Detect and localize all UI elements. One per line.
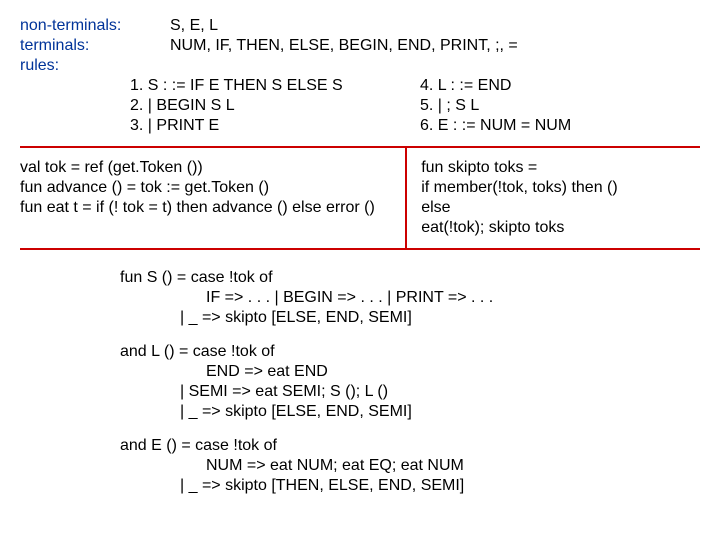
fun-s-line: | _ => skipto [ELSE, END, SEMI]: [120, 308, 700, 328]
nonterminals-row: non-terminals: S, E, L: [20, 16, 700, 36]
terminals-row: terminals: NUM, IF, THEN, ELSE, BEGIN, E…: [20, 36, 700, 56]
helper-functions-box: val tok = ref (get.Token ()) fun advance…: [20, 146, 700, 250]
helper-line: else: [421, 198, 700, 218]
fun-l-line: END => eat END: [120, 362, 700, 382]
rules-label: rules:: [20, 56, 170, 76]
terminals-label: terminals:: [20, 36, 170, 56]
fun-s-line: IF => . . . | BEGIN => . . . | PRINT => …: [120, 288, 700, 308]
fun-s-line: fun S () = case !tok of: [120, 268, 700, 288]
fun-s-block: fun S () = case !tok of IF => . . . | BE…: [20, 268, 700, 328]
rules-left-col: 1. S : := IF E THEN S ELSE S 2. | BEGIN …: [130, 76, 420, 136]
fun-l-block: and L () = case !tok of END => eat END |…: [20, 342, 700, 422]
rule-5: 5. | ; S L: [420, 96, 700, 116]
rules-row: 1. S : := IF E THEN S ELSE S 2. | BEGIN …: [20, 76, 700, 136]
rule-1: 1. S : := IF E THEN S ELSE S: [130, 76, 420, 96]
rule-3: 3. | PRINT E: [130, 116, 420, 136]
fun-l-line: | SEMI => eat SEMI; S (); L (): [120, 382, 700, 402]
helper-line: eat(!tok); skipto toks: [421, 218, 700, 238]
fun-e-line: and E () = case !tok of: [120, 436, 700, 456]
fun-e-line: NUM => eat NUM; eat EQ; eat NUM: [120, 456, 700, 476]
helpers-right: fun skipto toks = if member(!tok, toks) …: [407, 148, 700, 248]
helper-line: fun skipto toks =: [421, 158, 700, 178]
fun-e-line: | _ => skipto [THEN, ELSE, END, SEMI]: [120, 476, 700, 496]
rules-empty: [170, 56, 700, 76]
fun-l-line: | _ => skipto [ELSE, END, SEMI]: [120, 402, 700, 422]
helper-line: fun advance () = tok := get.Token (): [20, 178, 397, 198]
helper-line: val tok = ref (get.Token ()): [20, 158, 397, 178]
helper-line: if member(!tok, toks) then (): [421, 178, 700, 198]
fun-l-line: and L () = case !tok of: [120, 342, 700, 362]
helpers-left: val tok = ref (get.Token ()) fun advance…: [20, 148, 407, 248]
rule-2: 2. | BEGIN S L: [130, 96, 420, 116]
terminals-value: NUM, IF, THEN, ELSE, BEGIN, END, PRINT, …: [170, 36, 700, 56]
nonterminals-label: non-terminals:: [20, 16, 170, 36]
nonterminals-value: S, E, L: [170, 16, 700, 36]
rules-right-col: 4. L : := END 5. | ; S L 6. E : := NUM =…: [420, 76, 700, 136]
grammar-block: non-terminals: S, E, L terminals: NUM, I…: [20, 16, 700, 136]
rule-6: 6. E : := NUM = NUM: [420, 116, 700, 136]
rules-label-row: rules:: [20, 56, 700, 76]
fun-e-block: and E () = case !tok of NUM => eat NUM; …: [20, 436, 700, 496]
rule-4: 4. L : := END: [420, 76, 700, 96]
helper-line: fun eat t = if (! tok = t) then advance …: [20, 198, 397, 218]
